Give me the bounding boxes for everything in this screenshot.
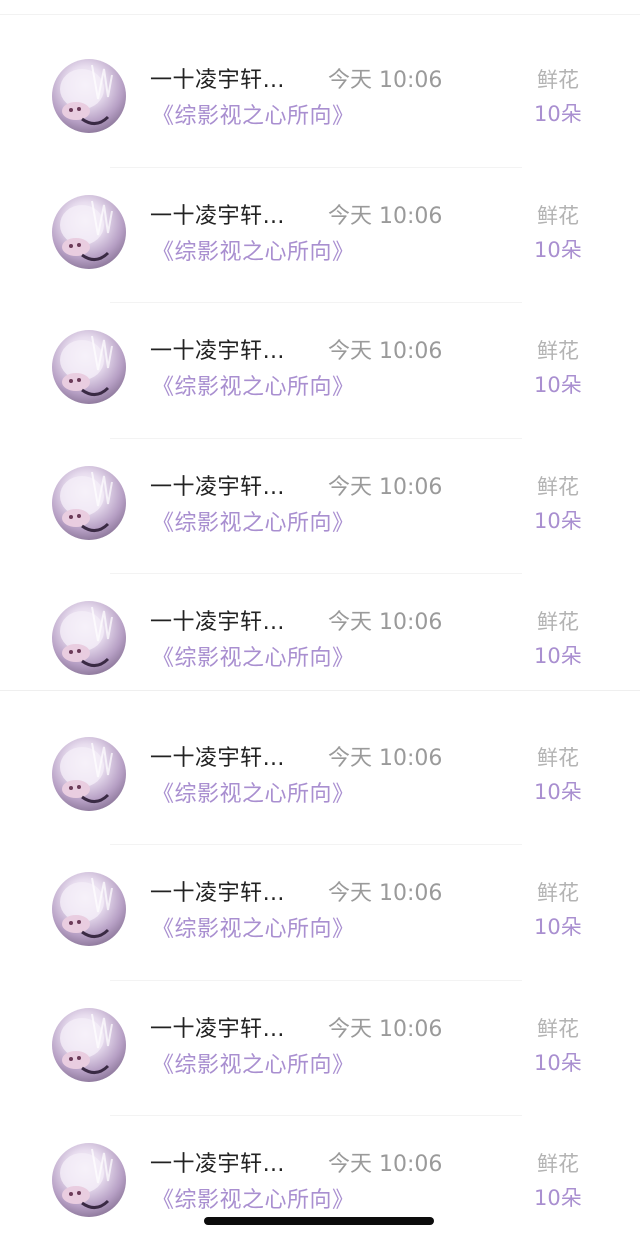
gift-count: 10朵 bbox=[534, 1050, 582, 1075]
book-title-link[interactable]: 《综影视之心所向》 bbox=[152, 911, 355, 943]
gift-record-row[interactable]: 一十凌宇轩… 今天 10:06 《综影视之心所向》 鲜花 10朵 bbox=[0, 574, 640, 710]
timestamp: 今天 10:06 bbox=[328, 1016, 443, 1042]
home-indicator[interactable] bbox=[204, 1217, 434, 1225]
user-name: 一十凌宇轩… bbox=[150, 1016, 286, 1042]
gift-count: 10朵 bbox=[534, 373, 582, 397]
gift-count: 10朵 bbox=[534, 237, 582, 262]
gift-type-label: 鲜花 bbox=[537, 610, 579, 634]
user-name: 一十凌宇轩… bbox=[150, 745, 286, 771]
gift-record-row[interactable]: 一十凌宇轩… 今天 10:06 《综影视之心所向》 鲜花 10朵 bbox=[0, 1116, 640, 1252]
user-avatar[interactable] bbox=[52, 1143, 126, 1217]
gift-record-row[interactable]: 一十凌宇轩… 今天 10:06 《综影视之心所向》 鲜花 10朵 bbox=[0, 710, 640, 845]
gift-type-label: 鲜花 bbox=[537, 203, 579, 228]
gift-record-row[interactable]: 一十凌宇轩… 今天 10:06 《综影视之心所向》 鲜花 10朵 bbox=[0, 303, 640, 439]
avatar-icon bbox=[60, 877, 113, 938]
gift-type-label: 鲜花 bbox=[537, 881, 579, 905]
user-name: 一十凌宇轩… bbox=[150, 203, 286, 229]
user-avatar[interactable] bbox=[52, 1007, 126, 1082]
user-name: 一十凌宇轩… bbox=[150, 474, 286, 500]
book-title-link[interactable]: 《综影视之心所向》 bbox=[152, 234, 355, 266]
user-name: 一十凌宇轩… bbox=[150, 68, 286, 93]
gift-count: 10朵 bbox=[534, 779, 582, 804]
gift-record-row[interactable]: 一十凌宇轩… 今天 10:06 《综影视之心所向》 鲜花 10朵 bbox=[0, 32, 640, 168]
user-avatar[interactable] bbox=[52, 330, 126, 404]
gift-count: 10朵 bbox=[534, 644, 582, 668]
user-avatar[interactable] bbox=[52, 465, 126, 540]
gift-record-row[interactable]: 一十凌宇轩… 今天 10:06 《综影视之心所向》 鲜花 10朵 bbox=[0, 981, 640, 1116]
avatar-icon bbox=[60, 1148, 113, 1209]
gift-type-label: 鲜花 bbox=[537, 745, 579, 770]
avatar-icon bbox=[60, 742, 113, 803]
book-title-link[interactable]: 《综影视之心所向》 bbox=[152, 98, 355, 130]
user-avatar[interactable] bbox=[52, 194, 126, 269]
timestamp: 今天 10:06 bbox=[328, 1152, 443, 1177]
book-title-link[interactable]: 《综影视之心所向》 bbox=[152, 505, 355, 537]
timestamp: 今天 10:06 bbox=[328, 203, 443, 229]
timestamp: 今天 10:06 bbox=[328, 745, 443, 771]
avatar-icon bbox=[60, 64, 113, 125]
book-title-link[interactable]: 《综影视之心所向》 bbox=[152, 369, 355, 401]
user-avatar[interactable] bbox=[52, 872, 126, 946]
top-divider bbox=[0, 14, 640, 15]
user-name: 一十凌宇轩… bbox=[150, 881, 286, 906]
user-name: 一十凌宇轩… bbox=[150, 610, 286, 635]
book-title-link[interactable]: 《综影视之心所向》 bbox=[152, 776, 355, 808]
book-title-link[interactable]: 《综影视之心所向》 bbox=[152, 640, 355, 672]
gift-type-label: 鲜花 bbox=[537, 474, 579, 499]
gift-type-label: 鲜花 bbox=[537, 68, 579, 92]
timestamp: 今天 10:06 bbox=[328, 610, 443, 635]
avatar-icon bbox=[60, 471, 113, 532]
gift-record-row[interactable]: 一十凌宇轩… 今天 10:06 《综影视之心所向》 鲜花 10朵 bbox=[0, 439, 640, 574]
user-name: 一十凌宇轩… bbox=[150, 1152, 286, 1177]
user-avatar[interactable] bbox=[52, 601, 126, 675]
avatar-icon bbox=[60, 606, 113, 667]
avatar-icon bbox=[60, 200, 113, 261]
user-avatar[interactable] bbox=[52, 59, 126, 133]
gift-record-row[interactable]: 一十凌宇轩… 今天 10:06 《综影视之心所向》 鲜花 10朵 bbox=[0, 168, 640, 303]
timestamp: 今天 10:06 bbox=[328, 474, 443, 500]
gift-count: 10朵 bbox=[534, 915, 582, 939]
avatar-icon bbox=[60, 1013, 113, 1074]
timestamp: 今天 10:06 bbox=[328, 881, 443, 906]
avatar-icon bbox=[60, 335, 113, 396]
gift-type-label: 鲜花 bbox=[537, 1016, 579, 1041]
gift-type-label: 鲜花 bbox=[537, 339, 579, 363]
book-title-link[interactable]: 《综影视之心所向》 bbox=[152, 1047, 355, 1079]
book-title-link[interactable]: 《综影视之心所向》 bbox=[152, 1182, 355, 1214]
timestamp: 今天 10:06 bbox=[328, 339, 443, 364]
timestamp: 今天 10:06 bbox=[328, 68, 443, 93]
user-avatar[interactable] bbox=[52, 736, 126, 811]
gift-type-label: 鲜花 bbox=[537, 1152, 579, 1176]
gift-count: 10朵 bbox=[534, 508, 582, 533]
gift-count: 10朵 bbox=[534, 1186, 582, 1210]
gift-record-list: 一十凌宇轩… 今天 10:06 《综影视之心所向》 鲜花 10朵 一十凌宇轩… … bbox=[0, 32, 640, 1252]
gift-count: 10朵 bbox=[534, 102, 582, 126]
gift-record-row[interactable]: 一十凌宇轩… 今天 10:06 《综影视之心所向》 鲜花 10朵 bbox=[0, 845, 640, 981]
user-name: 一十凌宇轩… bbox=[150, 339, 286, 364]
